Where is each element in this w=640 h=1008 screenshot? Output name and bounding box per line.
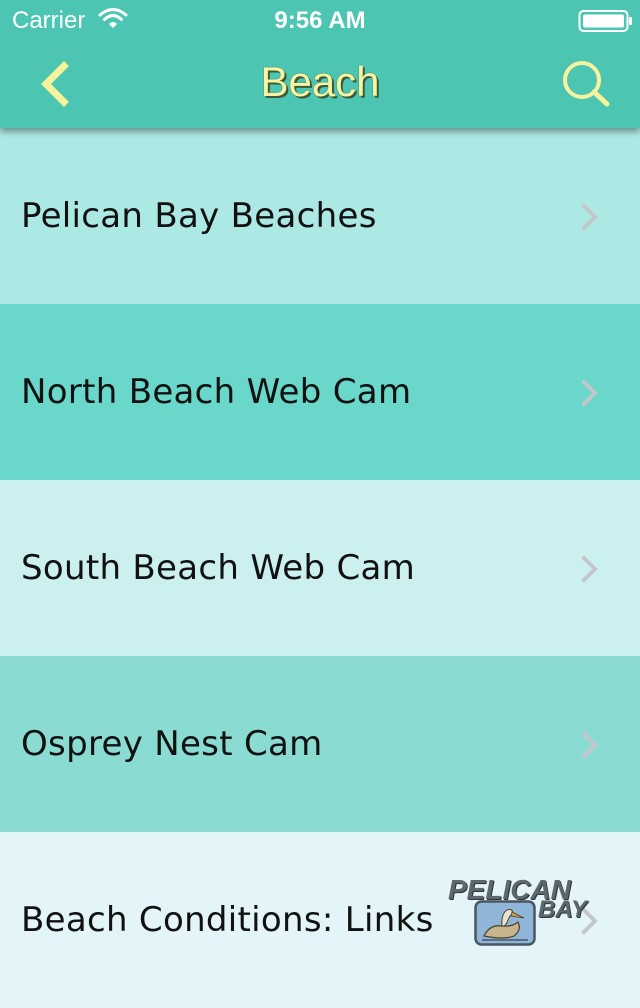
list-item-osprey-nest-cam[interactable]: Osprey Nest Cam: [0, 656, 640, 832]
list-item-label: Pelican Bay Beaches: [21, 196, 377, 236]
pelican-icon: [474, 900, 536, 946]
list-item-south-beach-web-cam[interactable]: South Beach Web Cam: [0, 480, 640, 656]
list-item-north-beach-web-cam[interactable]: North Beach Web Cam: [0, 304, 640, 480]
list-item-label: North Beach Web Cam: [21, 372, 412, 412]
chevron-right-icon: [581, 379, 598, 407]
navigation-bar: Carrier 9:56 AM Beach: [0, 0, 640, 128]
chevron-right-icon: [581, 203, 598, 231]
page-title: Beach: [260, 58, 380, 105]
chevron-right-icon: [581, 555, 598, 583]
menu-list: Pelican Bay Beaches North Beach Web Cam …: [0, 128, 640, 1008]
status-time: 9:56 AM: [274, 7, 366, 34]
battery-icon: [578, 10, 632, 32]
search-button[interactable]: [554, 54, 618, 114]
list-item-label: Beach Conditions: Links: [21, 900, 434, 940]
list-item-label: South Beach Web Cam: [21, 548, 416, 588]
list-item-pelican-bay-beaches[interactable]: Pelican Bay Beaches: [0, 128, 640, 304]
list-item-label: Osprey Nest Cam: [21, 724, 323, 764]
pelican-bay-logo: PELICAN BAY: [446, 876, 630, 946]
logo-text-bay: BAY: [538, 896, 587, 923]
status-bar: Carrier 9:56 AM: [0, 0, 640, 40]
search-icon: [563, 61, 610, 107]
chevron-right-icon: [581, 731, 598, 759]
